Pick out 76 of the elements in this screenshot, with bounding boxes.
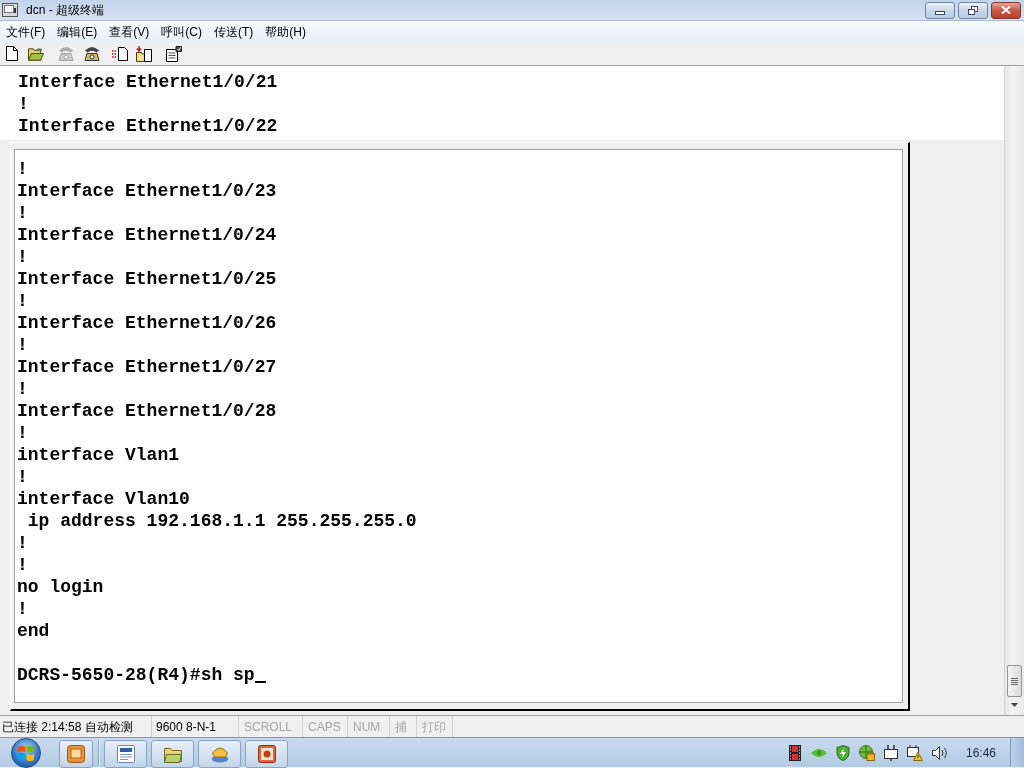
terminal-line: ! xyxy=(17,335,28,355)
terminal-line: Interface Ethernet1/0/23 xyxy=(17,181,277,201)
terminal-line: Interface Ethernet1/0/27 xyxy=(17,357,277,377)
terminal-line: Interface Ethernet1/0/25 xyxy=(17,269,277,289)
menu-item[interactable]: 传送(T) xyxy=(208,23,260,40)
taskbar-button[interactable] xyxy=(151,739,194,768)
text-cursor xyxy=(254,681,266,683)
status-indicator: 打印 xyxy=(422,718,446,736)
status-indicator: NUM xyxy=(353,718,381,736)
command-line: DCRS-5650-28(R4)#sh sp xyxy=(17,665,255,685)
terminal-line: ! xyxy=(17,555,28,575)
terminal-line: ! xyxy=(17,291,28,311)
flag-icon xyxy=(18,744,34,761)
power-plug-icon[interactable] xyxy=(884,744,898,761)
phone-icon[interactable] xyxy=(84,46,100,61)
globe-lock-icon[interactable] xyxy=(859,744,875,761)
document-icon xyxy=(116,744,135,763)
scrollbar[interactable] xyxy=(1004,66,1024,715)
minimize-icon xyxy=(935,11,945,15)
open-folder-icon[interactable] xyxy=(28,46,44,61)
terminal-line: ip address 192.168.1.1 255.255.255.0 xyxy=(26,511,417,531)
terminal-line: ! xyxy=(17,467,28,487)
volume-icon[interactable] xyxy=(931,745,947,760)
taskbar-button[interactable] xyxy=(245,739,288,768)
menu-item[interactable]: 查看(V) xyxy=(103,23,156,40)
send-document-icon[interactable] xyxy=(112,46,128,61)
terminal-line: ! xyxy=(17,247,28,267)
status-indicator: CAPS xyxy=(308,718,341,736)
slideshow-icon xyxy=(257,744,276,763)
app-icon xyxy=(2,3,18,17)
terminal-line: Interface Ethernet1/0/22 xyxy=(18,116,278,136)
terminal-line: interface Vlan1 xyxy=(17,445,180,465)
film-strip-icon[interactable] xyxy=(789,744,801,761)
scrollbar-thumb[interactable] xyxy=(1007,665,1022,697)
terminal-line: ! xyxy=(18,94,29,114)
clock[interactable]: 16:46 xyxy=(966,743,997,762)
grip-icon xyxy=(1011,677,1018,685)
window-title: dcn - 超级终端 xyxy=(26,4,104,16)
menu-item[interactable]: 帮助(H) xyxy=(259,23,312,40)
menu-item[interactable]: 呼叫(C) xyxy=(155,23,208,40)
phone-icon xyxy=(210,744,229,763)
status-indicator: 捕 xyxy=(395,718,407,736)
terminal-line: end xyxy=(17,621,50,641)
new-document-icon[interactable] xyxy=(6,46,18,61)
window-icon xyxy=(67,744,85,763)
terminal-line: ! xyxy=(17,159,28,179)
close-button[interactable] xyxy=(991,1,1021,19)
terminal-line: ! xyxy=(17,203,28,223)
minimize-button[interactable] xyxy=(925,1,955,19)
status-indicator: SCROLL xyxy=(244,718,293,736)
terminal-line: ! xyxy=(17,379,28,399)
terminal-line: no login xyxy=(17,577,104,597)
restore-icon xyxy=(968,5,978,15)
port-settings: 9600 8-N-1 xyxy=(156,718,217,736)
close-icon xyxy=(1001,6,1011,14)
terminal-line: ! xyxy=(17,533,28,553)
shield-icon[interactable] xyxy=(836,744,850,761)
scroll-down-arrow-icon[interactable] xyxy=(1011,703,1018,707)
terminal-line: Interface Ethernet1/0/26 xyxy=(17,313,277,333)
terminal-line: Interface Ethernet1/0/21 xyxy=(18,72,278,92)
connection-status: 已连接 2:14:58 自动检测 xyxy=(2,718,133,736)
menu-item[interactable]: 编辑(E) xyxy=(51,23,104,40)
terminal-line: ! xyxy=(17,599,28,619)
receive-folder-icon[interactable] xyxy=(136,45,152,62)
taskbar-button[interactable] xyxy=(198,739,241,768)
terminal-line: ! xyxy=(17,423,28,443)
properties-icon[interactable] xyxy=(166,45,182,62)
taskbar-button[interactable] xyxy=(59,739,93,768)
terminal-line: Interface Ethernet1/0/24 xyxy=(17,225,277,245)
taskbar-button[interactable] xyxy=(104,739,147,768)
menu-item[interactable]: 文件(F) xyxy=(0,23,52,40)
restore-button[interactable] xyxy=(958,1,988,19)
network-warning-icon[interactable] xyxy=(907,744,923,761)
terminal-line: Interface Ethernet1/0/28 xyxy=(17,401,277,421)
terminal-line: interface Vlan10 xyxy=(17,489,190,509)
start-button[interactable] xyxy=(11,737,41,768)
